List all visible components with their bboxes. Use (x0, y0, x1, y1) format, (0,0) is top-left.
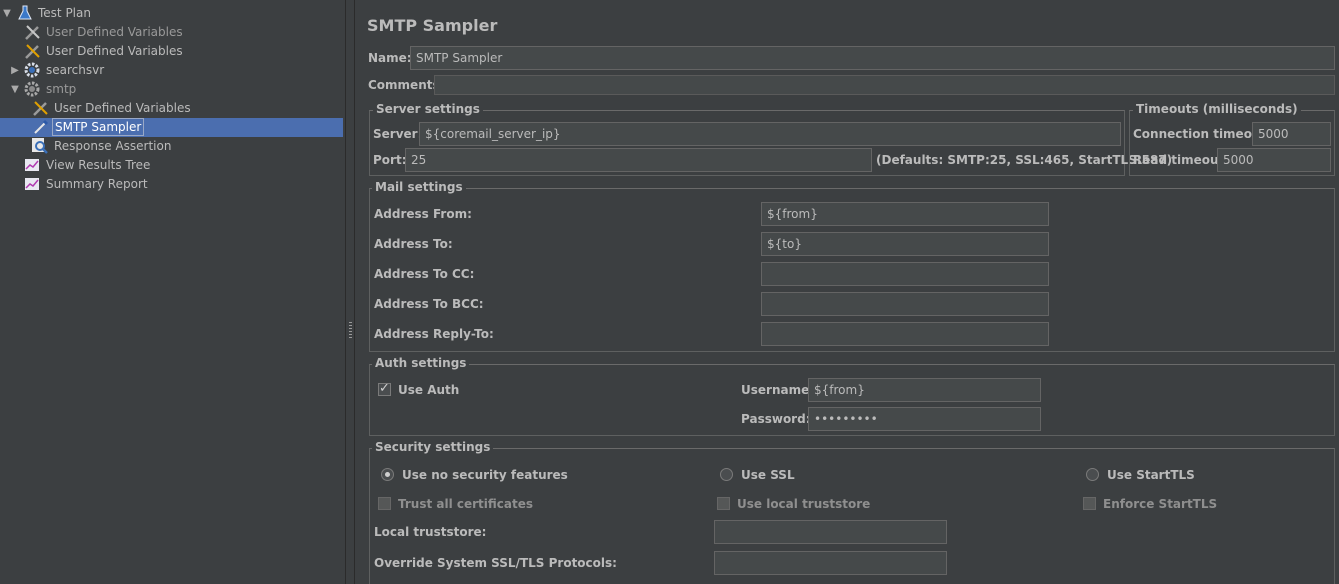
tree-item-label: Summary Report (46, 177, 148, 191)
drag-handle-icon[interactable] (349, 322, 352, 338)
gear-icon (24, 62, 40, 78)
split-pane-divider[interactable] (345, 0, 355, 584)
tree-item-label: User Defined Variables (54, 101, 191, 115)
local-truststore-label: Local truststore: (374, 525, 487, 539)
use-starttls-radio[interactable] (1086, 468, 1099, 481)
tree-item-smtp[interactable]: ▼ smtp (0, 80, 343, 99)
wrench-screwdriver-icon (33, 101, 48, 116)
name-field[interactable]: SMTP Sampler (410, 46, 1335, 70)
expand-toggle-icon[interactable]: ▶ (10, 61, 20, 80)
use-auth-checkbox[interactable] (378, 381, 391, 396)
timeouts-legend: Timeouts (milliseconds) (1133, 102, 1301, 116)
override-protocols-field[interactable] (714, 551, 947, 575)
tree-item-view-results-tree[interactable]: View Results Tree (0, 156, 343, 175)
trust-all-certificates-label: Trust all certificates (398, 497, 534, 511)
tree-item-user-defined-variables[interactable]: User Defined Variables (0, 42, 343, 61)
password-label: Password: (741, 412, 811, 426)
tree-item-label: User Defined Variables (46, 44, 183, 58)
address-from-label: Address From: (374, 207, 472, 221)
use-local-truststore-label: Use local truststore (737, 497, 871, 511)
tree-item-user-defined-variables[interactable]: User Defined Variables (0, 99, 343, 118)
username-field[interactable]: ${from} (808, 378, 1041, 402)
use-local-truststore-checkbox[interactable] (717, 497, 730, 510)
gear-icon (24, 81, 40, 97)
tree-item-label: Response Assertion (54, 139, 172, 153)
tree-item-searchsvr[interactable]: ▶ searchsvr (0, 61, 343, 80)
page-title: SMTP Sampler (367, 16, 498, 35)
connection-timeout-field[interactable]: 5000 (1252, 122, 1331, 146)
server-field[interactable]: ${coremail_server_ip} (419, 122, 1121, 146)
enforce-starttls-label: Enforce StartTLS (1103, 497, 1218, 511)
server-settings-legend: Server settings (373, 102, 483, 116)
address-replyto-field[interactable] (761, 322, 1049, 346)
collapse-toggle-icon[interactable]: ▼ (10, 80, 20, 99)
password-field[interactable]: ••••••••• (808, 407, 1041, 431)
chart-icon (25, 159, 39, 171)
use-ssl-label: Use SSL (741, 468, 795, 482)
tree-item-response-assertion[interactable]: Response Assertion (0, 137, 343, 156)
security-settings-legend: Security settings (372, 440, 494, 454)
wrench-screwdriver-icon (25, 44, 40, 59)
tree-item-label: searchsvr (46, 63, 105, 77)
connection-timeout-label: Connection timeout: (1133, 127, 1272, 141)
test-plan-tree: ▼ Test Plan User Defined Variables User … (0, 0, 345, 584)
smtp-sampler-panel: SMTP Sampler Name: SMTP Sampler Comments… (356, 0, 1339, 584)
tree-item-user-defined-variables[interactable]: User Defined Variables (0, 23, 343, 42)
wrench-screwdriver-icon (25, 25, 40, 40)
port-defaults-text: (Defaults: SMTP:25, SSL:465, StartTLS:58… (876, 153, 1173, 167)
tree-item-label: Test Plan (38, 6, 91, 20)
use-auth-label: Use Auth (398, 383, 460, 397)
server-label: Server: (373, 127, 423, 141)
address-cc-label: Address To CC: (374, 267, 475, 281)
use-starttls-label: Use StartTLS (1107, 468, 1195, 482)
flask-icon (18, 5, 32, 20)
mail-settings-legend: Mail settings (372, 180, 466, 194)
tree-item-test-plan[interactable]: ▼ Test Plan (0, 4, 343, 23)
trust-all-certificates-checkbox[interactable] (378, 497, 391, 510)
read-timeout-label: Read timeout: (1133, 153, 1230, 167)
address-bcc-field[interactable] (761, 292, 1049, 316)
comments-field[interactable] (434, 75, 1335, 95)
read-timeout-field[interactable]: 5000 (1217, 148, 1331, 172)
address-to-label: Address To: (374, 237, 453, 251)
name-label: Name: (368, 51, 412, 65)
comments-label: Comments: (368, 78, 445, 92)
address-to-field[interactable]: ${to} (761, 232, 1049, 256)
address-bcc-label: Address To BCC: (374, 297, 484, 311)
enforce-starttls-checkbox[interactable] (1083, 497, 1096, 510)
address-from-field[interactable]: ${from} (761, 202, 1049, 226)
port-field[interactable]: 25 (405, 148, 872, 172)
no-security-radio[interactable] (381, 468, 394, 481)
address-cc-field[interactable] (761, 262, 1049, 286)
use-ssl-radio[interactable] (720, 468, 733, 481)
pipette-icon (34, 119, 49, 134)
address-replyto-label: Address Reply-To: (374, 327, 494, 341)
tree-item-label: View Results Tree (46, 158, 151, 172)
chart-icon (25, 178, 39, 190)
override-protocols-label: Override System SSL/TLS Protocols: (374, 556, 617, 570)
tree-item-label: User Defined Variables (46, 25, 183, 39)
tree-item-summary-report[interactable]: Summary Report (0, 175, 343, 194)
port-label: Port: (373, 153, 407, 167)
tree-item-label: smtp (46, 82, 77, 96)
magnifier-icon (32, 138, 48, 154)
tree-item-smtp-sampler[interactable]: SMTP Sampler (0, 118, 343, 137)
tree-item-label: SMTP Sampler (52, 118, 145, 136)
no-security-label: Use no security features (402, 468, 568, 482)
local-truststore-field[interactable] (714, 520, 947, 544)
username-label: Username: (741, 383, 815, 397)
auth-settings-legend: Auth settings (372, 356, 470, 370)
expand-toggle-icon[interactable]: ▼ (2, 4, 12, 23)
